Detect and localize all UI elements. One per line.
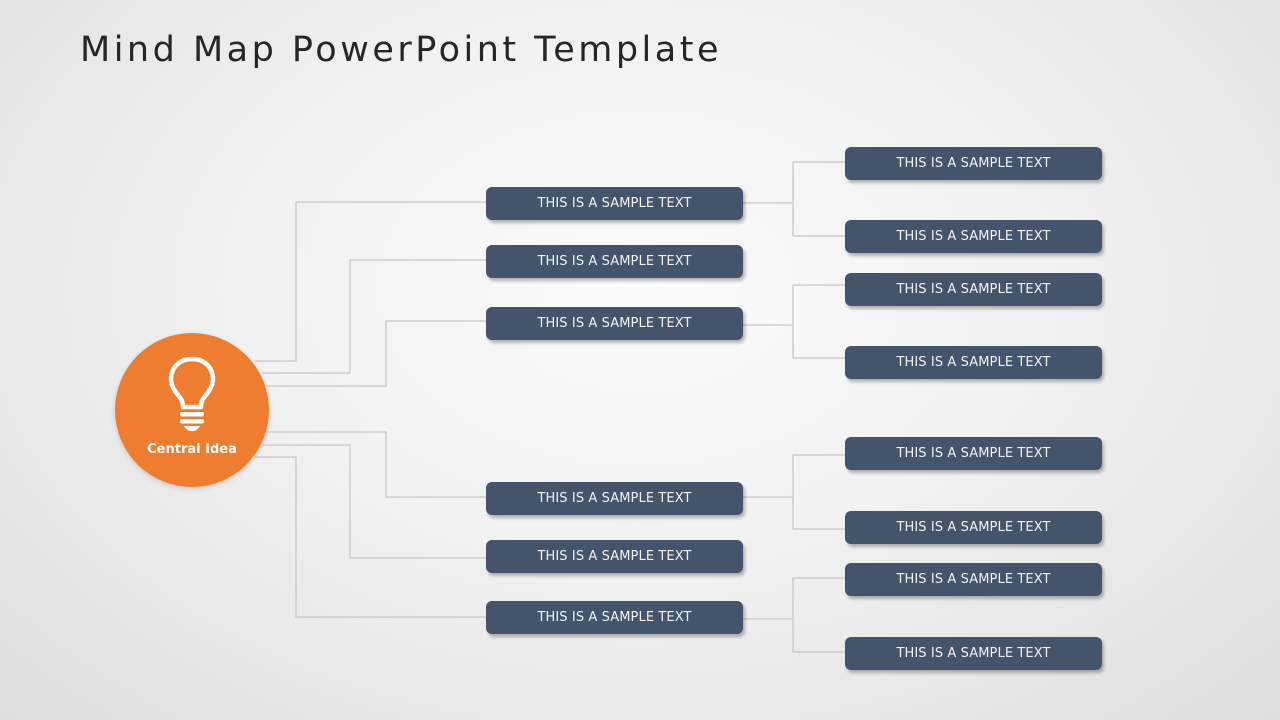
central-idea-node[interactable]: Central Idea <box>115 333 269 487</box>
connector-branch-3-children <box>743 454 845 530</box>
connector-branch-0-children <box>743 161 845 237</box>
connector-central-branch-2 <box>266 320 486 387</box>
branch-node-2[interactable]: THIS IS A SAMPLE TEXT <box>486 307 743 340</box>
branch-node-5[interactable]: THIS IS A SAMPLE TEXT <box>486 601 743 634</box>
connector-branch-2-children <box>743 284 845 359</box>
branch-node-0[interactable]: THIS IS A SAMPLE TEXT <box>486 187 743 220</box>
connector-central-branch-3 <box>266 431 486 498</box>
connector-branch-5-children <box>743 577 845 653</box>
sub-node-3-0[interactable]: THIS IS A SAMPLE TEXT <box>845 437 1102 470</box>
sub-node-0-1[interactable]: THIS IS A SAMPLE TEXT <box>845 220 1102 253</box>
connector-central-branch-0 <box>255 201 486 362</box>
central-idea-label: Central Idea <box>147 442 237 457</box>
sub-node-0-0[interactable]: THIS IS A SAMPLE TEXT <box>845 147 1102 180</box>
branch-node-4[interactable]: THIS IS A SAMPLE TEXT <box>486 540 743 573</box>
sub-node-3-1[interactable]: THIS IS A SAMPLE TEXT <box>845 511 1102 544</box>
sub-node-5-1[interactable]: THIS IS A SAMPLE TEXT <box>845 637 1102 670</box>
branch-node-1[interactable]: THIS IS A SAMPLE TEXT <box>486 245 743 278</box>
connector-central-branch-5 <box>255 456 486 618</box>
branch-node-3[interactable]: THIS IS A SAMPLE TEXT <box>486 482 743 515</box>
sub-node-2-1[interactable]: THIS IS A SAMPLE TEXT <box>845 346 1102 379</box>
sub-node-5-0[interactable]: THIS IS A SAMPLE TEXT <box>845 563 1102 596</box>
sub-node-2-0[interactable]: THIS IS A SAMPLE TEXT <box>845 273 1102 306</box>
lightbulb-icon <box>168 356 216 431</box>
